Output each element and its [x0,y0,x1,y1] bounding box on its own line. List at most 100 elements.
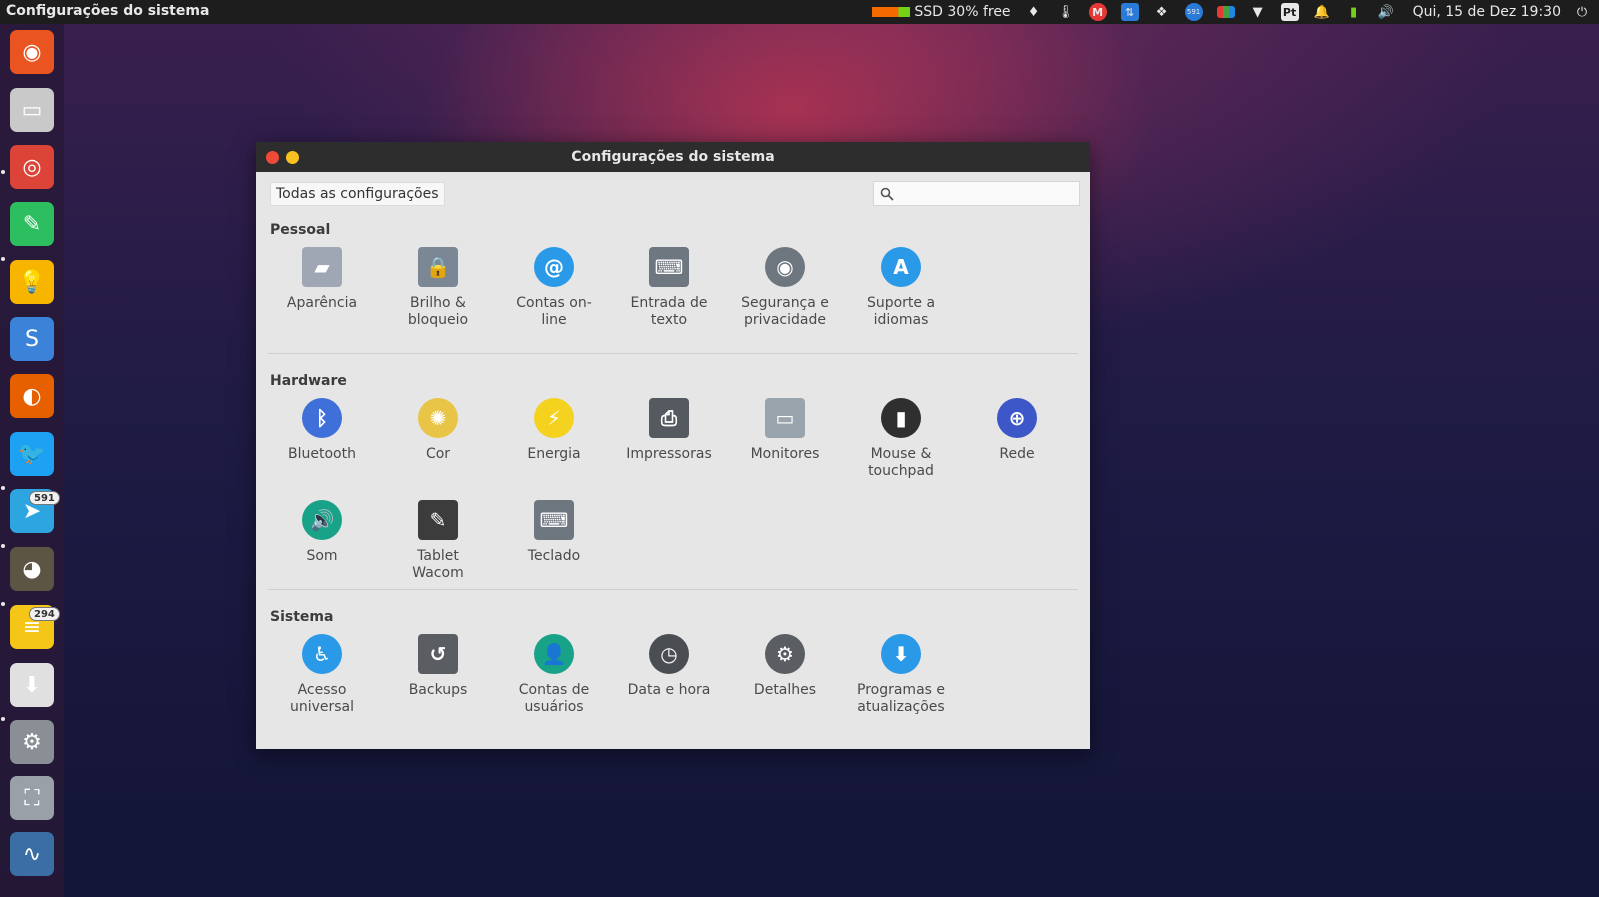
system-tray: SSD 30% free ♦ 🌡 M ⇅ ❖ 591 ▼ Pt 🔔 ▮ 🔊 Qu… [872,0,1599,24]
volume-icon[interactable]: 🔊 [1377,3,1395,21]
settings-item-printer[interactable]: ⎙ Impressoras [611,398,727,463]
settings-item-sound[interactable]: 🔊 Som [264,500,380,565]
all-settings-button[interactable]: Todas as configurações [270,182,445,206]
sound-icon: 🔊 [302,500,342,540]
settings-item-wacom-tablet[interactable]: ✎ Tablet Wacom [380,500,496,582]
date-time-icon: ◷ [649,634,689,674]
lightbulb-icon[interactable]: ♦ [1025,3,1043,21]
settings-item-security-privacy[interactable]: ◉ Segurança e privacidade [727,247,843,329]
system-monitor-icon[interactable]: ∿ [10,832,54,876]
settings-item-label: Monitores [750,446,820,462]
thermometer-icon[interactable]: 🌡 [1057,3,1075,21]
settings-item-power[interactable]: ⚡ Energia [496,398,612,463]
minimize-button[interactable] [286,151,299,164]
network-icon[interactable]: ⇅ [1120,3,1139,21]
gimp-icon[interactable]: ◕ [10,547,54,591]
search-icon [880,187,894,201]
top-panel: Configurações do sistema SSD 30% free ♦ … [0,0,1599,24]
appearance-icon: ▰ [302,247,342,287]
bell-icon[interactable]: 🔔 [1313,3,1331,21]
power-icon: ⚡ [534,398,574,438]
keep-icon[interactable]: 💡 [10,260,54,304]
ssd-usage-bar[interactable] [872,7,911,17]
window-titlebar[interactable]: Configurações do sistema [256,142,1090,172]
settings-item-label: Detalhes [753,682,817,698]
settings-item-label: Som [306,548,338,564]
screenshot-icon[interactable]: ⛶ [10,776,54,820]
backups-icon: ↺ [418,634,458,674]
twitter-icon[interactable]: 🐦 [10,432,54,476]
settings-item-displays[interactable]: ▭ Monitores [727,398,843,463]
clock[interactable]: Qui, 15 de Dez 19:30 [1413,4,1561,20]
settings-icon[interactable]: ⚙ [10,720,54,764]
chrome-badge-icon[interactable]: 591 [1184,3,1203,21]
settings-item-brightness-lock[interactable]: 🔒 Brilho & bloqueio [380,247,496,329]
settings-item-label: Cor [425,446,451,462]
search-box[interactable] [873,181,1080,206]
settings-item-label: Contas on-line [516,295,592,328]
close-button[interactable] [266,151,279,164]
settings-item-label: Entrada de texto [630,295,708,328]
telegram-badge: 591 [29,491,60,505]
settings-item-bluetooth[interactable]: ᛒ Bluetooth [264,398,380,463]
settings-item-online-accounts[interactable]: @ Contas on-line [496,247,612,329]
mouse-icon: ▮ [881,398,921,438]
simplenote-icon[interactable]: S [10,317,54,361]
settings-item-label: Rede [999,446,1035,462]
power-icon[interactable]: ⏻ [1573,3,1591,21]
settings-item-software-updates[interactable]: ⬇ Programas e atualizações [843,634,959,716]
settings-item-label: Data e hora [627,682,711,698]
running-indicator [1,717,5,721]
running-indicator [1,170,5,174]
language-support-icon: A [881,247,921,287]
settings-item-color[interactable]: ✺ Cor [380,398,496,463]
section-title: Hardware [270,373,347,389]
ubuntu-icon[interactable]: ◉ [10,30,54,74]
settings-item-details[interactable]: ⚙ Detalhes [727,634,843,699]
gmail-icon[interactable]: M [1088,3,1107,21]
settings-item-language-support[interactable]: A Suporte a idiomas [843,247,959,329]
settings-item-label: Suporte a idiomas [866,295,936,328]
settings-item-text-entry[interactable]: ⌨ Entrada de texto [611,247,727,329]
ssd-status[interactable]: SSD 30% free [914,4,1010,20]
wifi-icon[interactable]: ▼ [1249,3,1267,21]
settings-item-appearance[interactable]: ▰ Aparência [264,247,380,312]
files-icon[interactable]: ▭ [10,88,54,132]
settings-item-label: Tablet Wacom [412,548,464,581]
firefox-icon[interactable]: ◐ [10,374,54,418]
color-icon: ✺ [418,398,458,438]
settings-item-label: Teclado [527,548,581,564]
printer-icon: ⎙ [649,398,689,438]
settings-item-network[interactable]: ⊕ Rede [959,398,1075,463]
settings-item-universal-access[interactable]: ♿ Acesso universal [264,634,380,716]
settings-item-mouse[interactable]: ▮ Mouse & touchpad [843,398,959,480]
section-hardware: Hardware ᛒ Bluetooth ✺ Cor ⚡ Energia ⎙ Impressor… [256,353,1090,599]
displays-icon: ▭ [765,398,805,438]
running-indicator [1,257,5,261]
keyboard-layout-icon[interactable]: Pt [1280,3,1299,21]
section-title: Sistema [270,609,334,625]
settings-item-date-time[interactable]: ◷ Data e hora [611,634,727,699]
settings-window: Configurações do sistema Todas as config… [256,142,1090,749]
settings-item-user-accounts[interactable]: 👤 Contas de usuários [496,634,612,716]
settings-item-label: Brilho & bloqueio [407,295,469,328]
running-indicator [1,486,5,490]
chrome-icon[interactable]: ◎ [10,145,54,189]
chart-icon[interactable] [1216,6,1235,18]
settings-item-label: Energia [527,446,581,462]
active-app-title: Configurações do sistema [6,3,210,19]
brightness-lock-icon: 🔒 [418,247,458,287]
bluetooth-icon: ᛒ [302,398,342,438]
settings-item-keyboard[interactable]: ⌨ Teclado [496,500,612,565]
settings-item-backups[interactable]: ↺ Backups [380,634,496,699]
search-input[interactable] [899,186,1079,201]
settings-item-label: Contas de usuários [518,682,590,715]
dropbox-icon[interactable]: ❖ [1153,3,1171,21]
settings-item-label: Backups [408,682,468,698]
universal-access-icon: ♿ [302,634,342,674]
battery-icon[interactable]: ▮ [1345,3,1363,21]
section-divider [268,353,1078,354]
evernote-icon[interactable]: ✎ [10,202,54,246]
settings-item-label: Mouse & touchpad [868,446,934,479]
software-update-icon[interactable]: ⬇ [10,663,54,707]
